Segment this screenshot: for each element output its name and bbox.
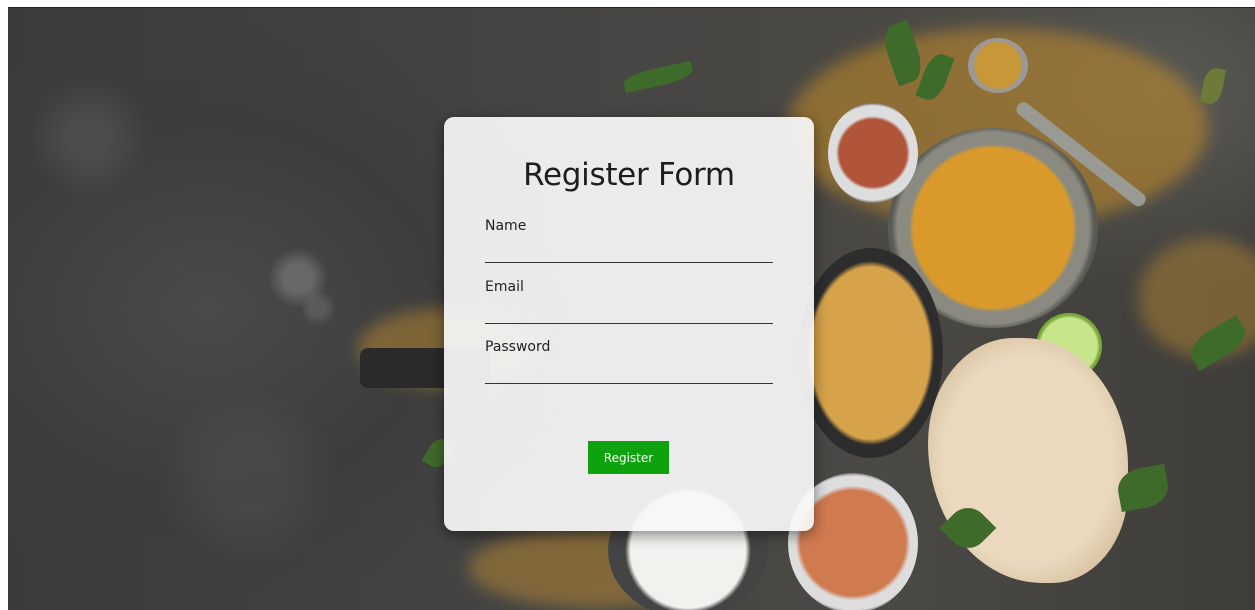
name-input[interactable] [485, 245, 773, 263]
rice-bowl [798, 248, 943, 458]
password-input[interactable] [485, 366, 773, 384]
password-label: Password [485, 339, 551, 355]
name-label: Name [485, 218, 527, 234]
email-input[interactable] [485, 306, 773, 324]
form-title: Register Form [523, 157, 735, 193]
spoon [968, 38, 1028, 93]
register-card: Register Form Name Email Password Regist… [444, 117, 814, 531]
register-button[interactable]: Register [588, 441, 669, 474]
spice-bowl [828, 103, 918, 203]
email-label: Email [485, 279, 524, 295]
